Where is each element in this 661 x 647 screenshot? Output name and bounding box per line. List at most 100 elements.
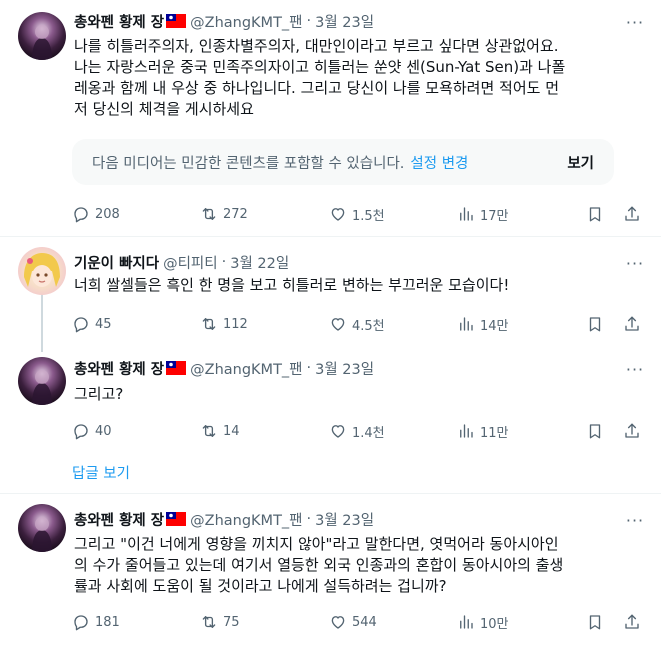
share-button[interactable] — [623, 418, 641, 444]
share-button[interactable] — [623, 311, 641, 337]
like-button[interactable]: 544 — [329, 609, 377, 635]
taiwan-flag-icon — [166, 14, 186, 28]
tweet-text: 그리고 "이건 너에게 영향을 끼치지 않아"라고 말한다면, 엿먹어라 동아시… — [74, 535, 564, 595]
like-count: 544 — [352, 614, 377, 630]
share-button[interactable] — [623, 201, 641, 227]
reply-count: 40 — [95, 423, 112, 439]
user-handle[interactable]: @ZhangKMT_팬 — [190, 11, 302, 32]
view-button[interactable]: 보기 — [567, 152, 594, 173]
views-button[interactable]: 17만 — [457, 201, 509, 227]
reply-bubble-icon — [72, 205, 90, 223]
retweet-button[interactable]: 272 — [200, 201, 248, 227]
user-handle[interactable]: @ZhangKMT_팬 — [190, 358, 302, 379]
bookmark-button[interactable] — [586, 201, 604, 227]
like-button[interactable]: 1.4천 — [329, 418, 385, 444]
reply-bubble-icon — [72, 315, 90, 333]
reply-button[interactable]: 208 — [72, 201, 120, 227]
tweet-date[interactable]: 3월 22일 — [230, 252, 289, 273]
retweet-icon — [200, 422, 218, 440]
separator-dot: · — [221, 254, 227, 270]
views-bars-icon — [457, 205, 475, 223]
reply-bubble-icon — [72, 613, 90, 631]
tweet-text: 나를 히틀러주의자, 인종차별주의자, 대만인이라고 부르고 싶다면 상관없어요… — [74, 37, 566, 118]
more-dots-icon[interactable]: ··· — [623, 10, 647, 34]
share-button[interactable] — [623, 609, 641, 635]
like-button[interactable]: 1.5천 — [329, 201, 385, 227]
retweet-button[interactable]: 112 — [200, 311, 248, 337]
tweet-date[interactable]: 3월 23일 — [315, 11, 374, 32]
avatar[interactable] — [18, 504, 66, 552]
views-button[interactable]: 14만 — [457, 311, 509, 337]
reply-button[interactable]: 40 — [72, 418, 112, 444]
tweet-header: 총와펜 황제 장 @ZhangKMT_팬 · 3월 23일 — [74, 10, 621, 32]
sensitive-message: 다음 미디어는 민감한 콘텐츠를 포함할 수 있습니다. — [92, 155, 405, 172]
heart-icon — [329, 315, 347, 333]
bookmark-button[interactable] — [586, 418, 604, 444]
tweet-actions: 181 75 544 10만 — [72, 609, 649, 635]
reply-bubble-icon — [72, 422, 90, 440]
more-dots-icon[interactable]: ··· — [623, 251, 647, 275]
avatar[interactable] — [18, 12, 66, 60]
views-button[interactable]: 11만 — [457, 418, 509, 444]
view-count: 10만 — [480, 616, 509, 632]
display-name[interactable]: 총와펜 황제 장 — [74, 11, 164, 32]
retweet-icon — [200, 315, 218, 333]
change-settings-link[interactable]: 설정 변경 — [410, 152, 468, 173]
taiwan-flag-icon — [166, 512, 186, 526]
retweet-count: 272 — [223, 206, 248, 222]
tweet[interactable]: 총와펜 황제 장 @ZhangKMT_팬 · 3월 23일 ··· 그리고? 4… — [0, 349, 661, 492]
bookmark-icon — [586, 315, 604, 333]
reply-count: 181 — [95, 614, 120, 630]
share-icon — [623, 422, 641, 440]
avatar[interactable] — [18, 247, 66, 295]
tweet-actions: 45 112 4.5천 14만 — [72, 311, 649, 337]
separator-dot: · — [306, 360, 312, 376]
tweet[interactable]: 기운이 빠지다 @티피티 · 3월 22일 ··· 너희 쌀셀들은 흑인 한 명… — [0, 237, 661, 349]
tweet[interactable]: 총와펜 황제 장 @ZhangKMT_팬 · 3월 23일 ··· 나를 히틀러… — [0, 0, 661, 235]
bookmark-button[interactable] — [586, 311, 604, 337]
reply-button[interactable]: 45 — [72, 311, 112, 337]
display-name[interactable]: 기운이 빠지다 — [74, 252, 159, 273]
like-count: 1.5천 — [352, 208, 385, 224]
heart-icon — [329, 205, 347, 223]
taiwan-flag-icon — [166, 361, 186, 375]
view-count: 14만 — [480, 318, 509, 334]
avatar[interactable] — [18, 357, 66, 405]
more-dots-icon[interactable]: ··· — [623, 508, 647, 532]
tweet-date[interactable]: 3월 23일 — [315, 509, 374, 530]
share-icon — [623, 315, 641, 333]
tweet-header: 기운이 빠지다 @티피티 · 3월 22일 — [74, 251, 621, 273]
views-button[interactable]: 10만 — [457, 609, 509, 635]
user-handle[interactable]: @ZhangKMT_팬 — [190, 509, 302, 530]
retweet-button[interactable]: 75 — [200, 609, 240, 635]
bookmark-button[interactable] — [586, 609, 604, 635]
views-bars-icon — [457, 422, 475, 440]
user-handle[interactable]: @티피티 — [163, 252, 218, 273]
display-name[interactable]: 총와펜 황제 장 — [74, 509, 164, 530]
tweet-actions: 208 272 1.5천 17만 — [72, 201, 649, 227]
show-replies-link[interactable]: 답글 보기 — [72, 462, 130, 483]
tweet[interactable]: 총와펜 황제 장 @ZhangKMT_팬 · 3월 23일 ··· 그리고 "이… — [0, 494, 661, 647]
retweet-button[interactable]: 14 — [200, 418, 240, 444]
retweet-count: 112 — [223, 316, 248, 332]
views-bars-icon — [457, 315, 475, 333]
more-dots-icon[interactable]: ··· — [623, 357, 647, 381]
tweet-text: 그리고? — [74, 385, 124, 403]
view-count: 11만 — [480, 425, 509, 441]
share-icon — [623, 205, 641, 223]
reply-button[interactable]: 181 — [72, 609, 120, 635]
tweet-header: 총와펜 황제 장 @ZhangKMT_팬 · 3월 23일 — [74, 508, 621, 530]
heart-icon — [329, 422, 347, 440]
view-count: 17만 — [480, 208, 509, 224]
tweet-text: 너희 쌀셀들은 흑인 한 명을 보고 히틀러로 변하는 부끄러운 모습이다! — [74, 276, 510, 294]
like-button[interactable]: 4.5천 — [329, 311, 385, 337]
retweet-icon — [200, 205, 218, 223]
heart-icon — [329, 613, 347, 631]
display-name[interactable]: 총와펜 황제 장 — [74, 358, 164, 379]
retweet-count: 14 — [223, 423, 240, 439]
reply-count: 45 — [95, 316, 112, 332]
share-icon — [623, 613, 641, 631]
reply-count: 208 — [95, 206, 120, 222]
tweet-date[interactable]: 3월 23일 — [315, 358, 374, 379]
retweet-icon — [200, 613, 218, 631]
